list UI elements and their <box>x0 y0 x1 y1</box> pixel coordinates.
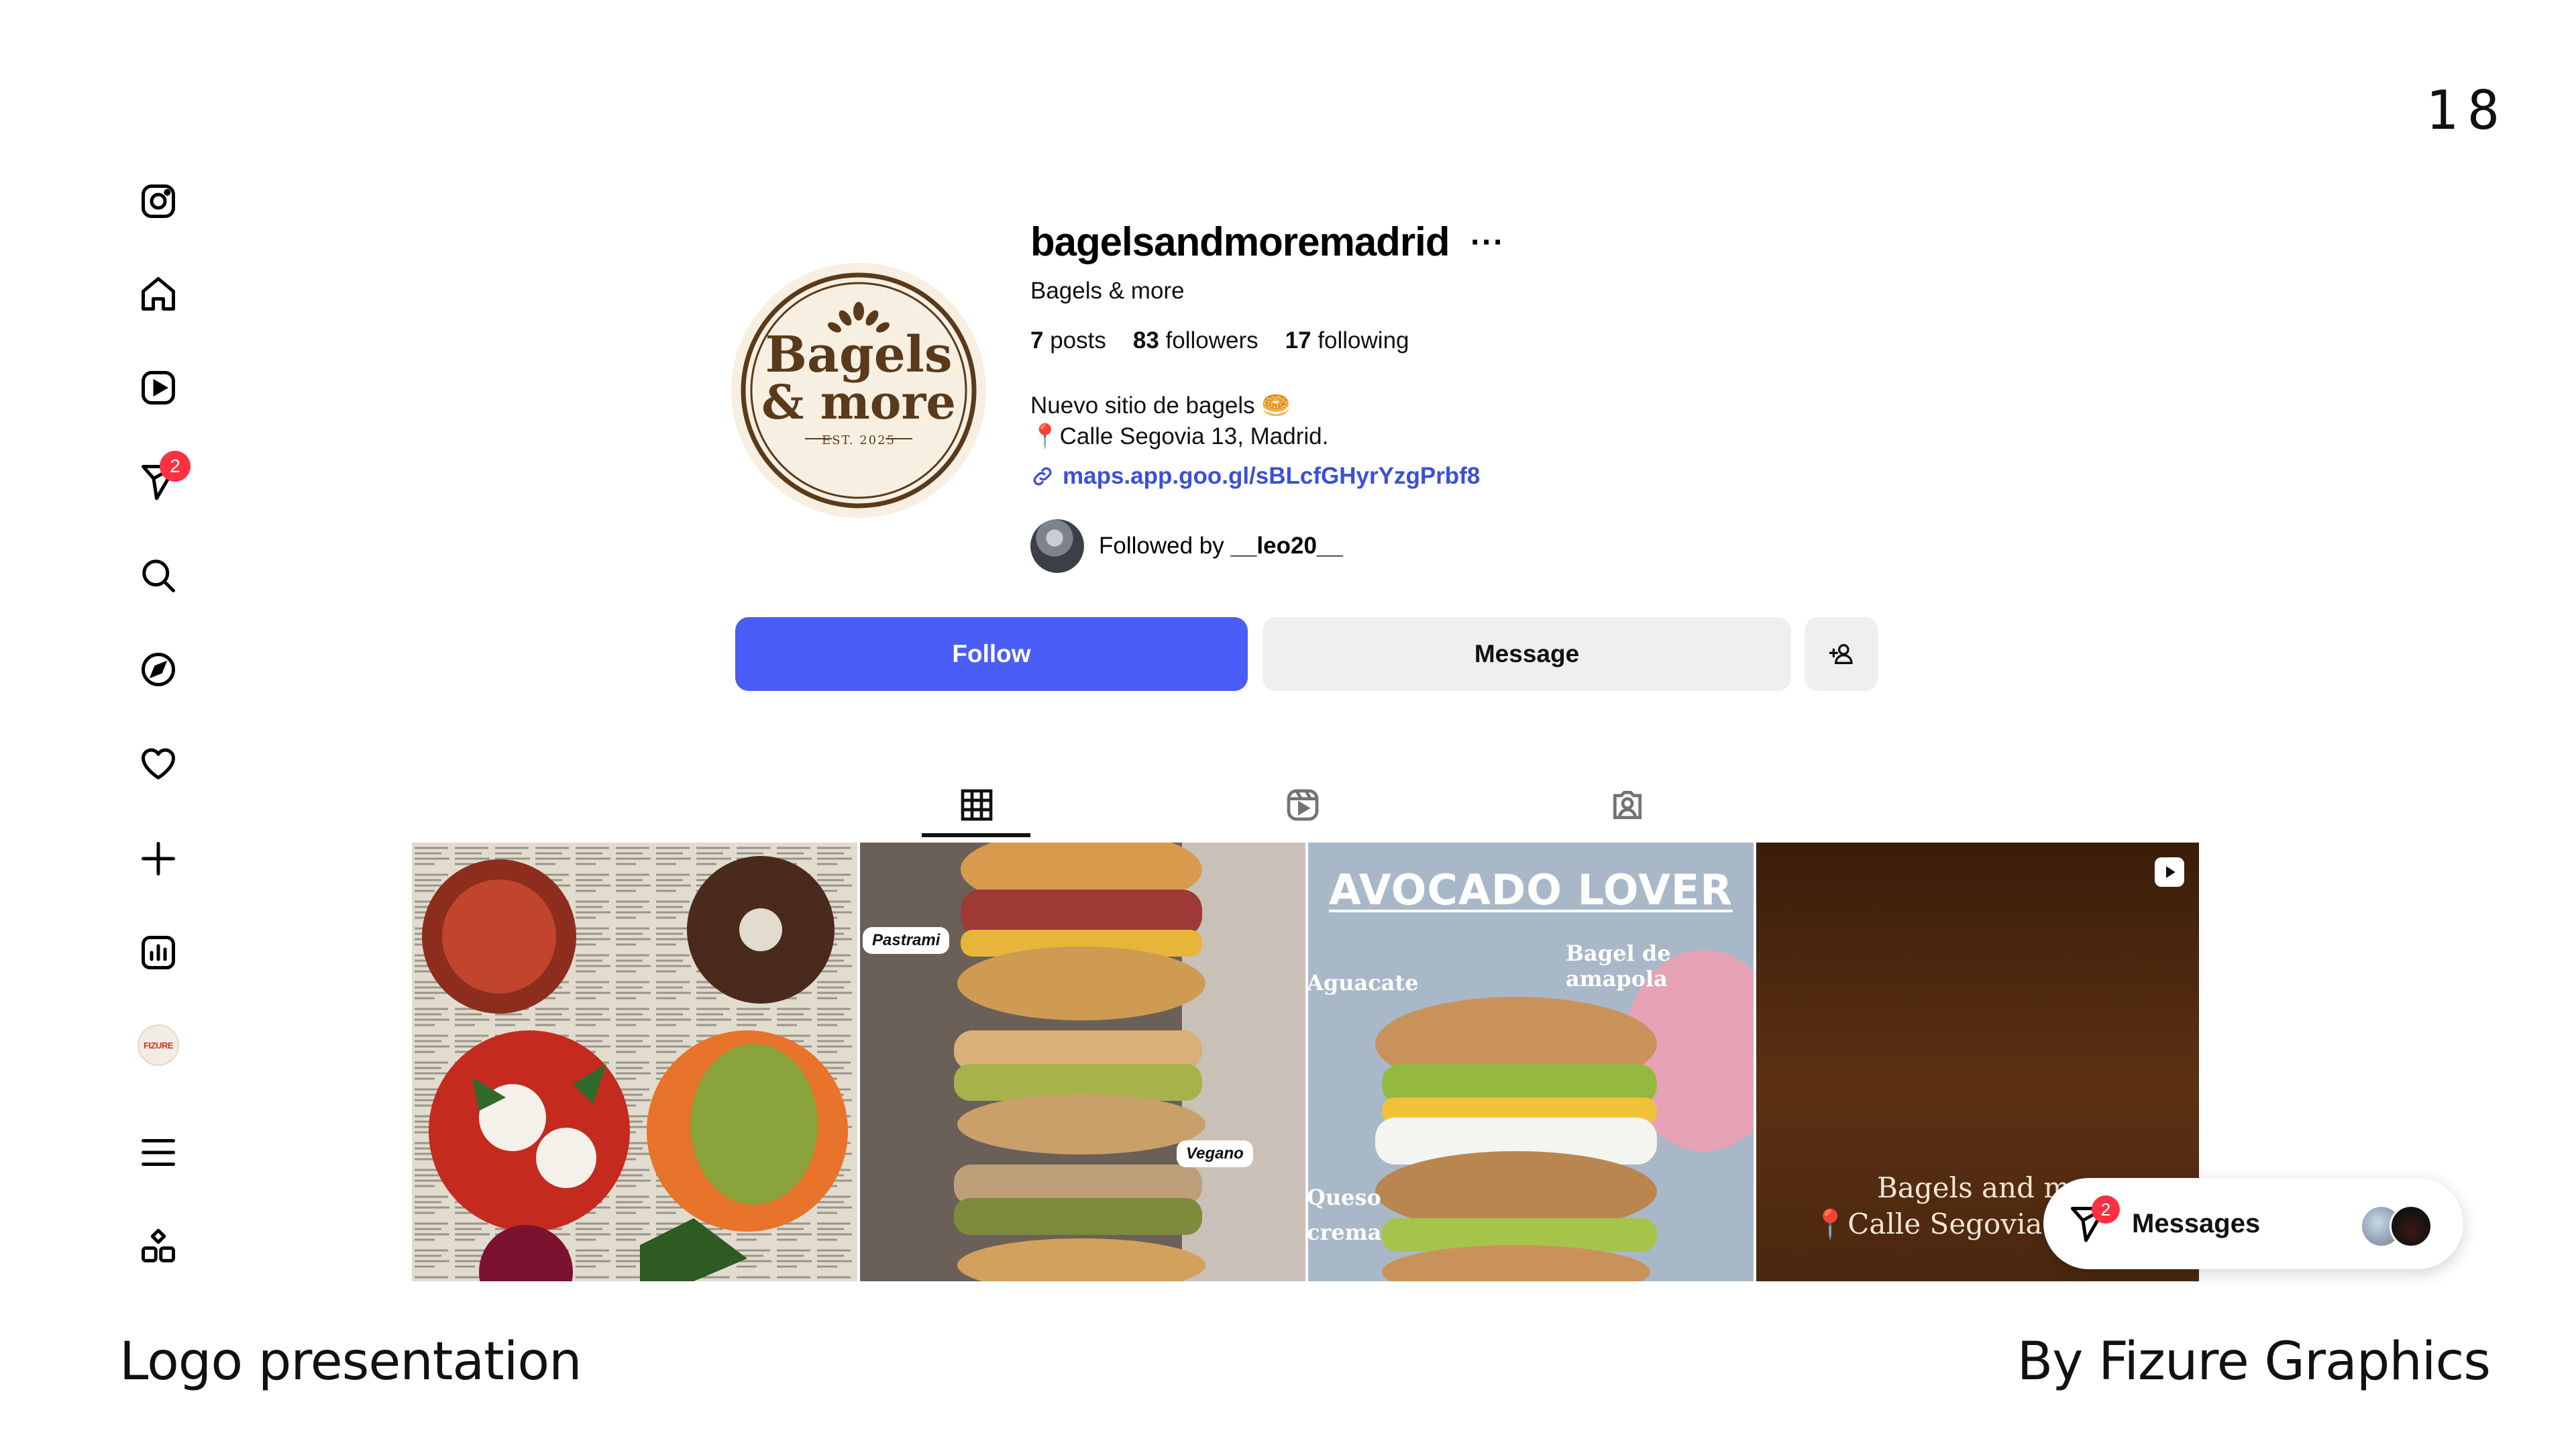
tab-tagged[interactable] <box>1574 771 1681 839</box>
profile-link-text[interactable]: maps.app.goo.gl/sBLcfGHyrYzgPrbf8 <box>1063 463 1480 490</box>
conversation-avatars <box>2360 1205 2434 1248</box>
profile-avatar-icon[interactable]: FIZURE <box>131 1018 185 1072</box>
instagram-icon[interactable] <box>131 174 185 228</box>
post-2-image <box>860 843 1305 1281</box>
logo-line2: & more <box>761 374 956 430</box>
posts-count: 7 <box>1030 327 1044 354</box>
footer-title: Logo presentation <box>119 1332 582 1392</box>
messages-badge: 2 <box>2092 1195 2120 1224</box>
search-icon[interactable] <box>131 549 185 602</box>
tagged-icon <box>1613 791 1642 819</box>
profile-full-name: Bagels & more <box>1030 278 1185 304</box>
profile-avatar-label: FIZURE <box>138 1024 179 1066</box>
active-tab-indicator <box>922 833 1030 837</box>
grid-icon <box>961 789 993 821</box>
heart-icon[interactable] <box>131 737 185 790</box>
post-2[interactable]: Pastrami Vegano <box>860 843 1305 1281</box>
profile-stats: 7 posts 83 followers 17 following <box>1030 327 1409 354</box>
reel-icon <box>2155 857 2184 887</box>
notification-badge: 2 <box>160 451 191 482</box>
conversation-avatar-2 <box>2390 1205 2432 1248</box>
footer-credit: By Fizure Graphics <box>2017 1332 2491 1392</box>
messages-pill[interactable]: 2 Messages <box>2043 1178 2463 1269</box>
post-3-title: AVOCADO LOVER <box>1328 865 1733 914</box>
post-2-tag-2: Vegano <box>1177 1140 1253 1167</box>
bio-line-1: Nuevo sitio de bagels 🥯 <box>1030 392 1291 419</box>
post-3-label-2: Aguacate <box>1308 970 1419 996</box>
link-icon <box>1033 467 1052 486</box>
profile-username: bagelsandmoremadrid <box>1030 219 1450 264</box>
menu-icon[interactable] <box>131 1126 185 1179</box>
page-number: 18 <box>2425 79 2509 142</box>
suggested-users-button[interactable] <box>1805 617 1878 691</box>
followers-label: followers <box>1165 327 1258 354</box>
compass-icon[interactable] <box>131 643 185 696</box>
reels-icon <box>1287 789 1319 821</box>
followed-by-prefix: Followed by <box>1099 533 1224 559</box>
post-3-label-4: crema <box>1308 1220 1382 1245</box>
profile-bio: Nuevo sitio de bagels 🥯 📍Calle Segovia 1… <box>1030 390 1328 452</box>
logo-est: EST. 2025 <box>822 433 896 447</box>
home-icon[interactable] <box>131 267 185 321</box>
chart-icon[interactable] <box>131 926 185 979</box>
follow-button[interactable]: Follow <box>735 617 1248 691</box>
profile-avatar[interactable]: Bagels & more EST. 2025 <box>731 263 986 518</box>
message-button[interactable]: Message <box>1263 617 1791 691</box>
post-3-label-1: Bagel de amapola <box>1566 941 1671 991</box>
followers-stat[interactable]: 83 followers <box>1133 327 1258 354</box>
post-3[interactable]: AVOCADO LOVER Bagel de amapola Aguacate … <box>1308 843 1754 1281</box>
posts-stat: 7 posts <box>1030 327 1106 354</box>
plus-icon[interactable] <box>131 832 185 885</box>
messenger-icon: 2 <box>2068 1195 2120 1244</box>
messenger-icon[interactable]: 2 <box>131 451 191 508</box>
add-user-icon <box>1829 644 1853 664</box>
more-options-button[interactable]: ··· <box>1470 224 1505 261</box>
bio-line-2: 📍Calle Segovia 13, Madrid. <box>1030 423 1329 449</box>
following-stat[interactable]: 17 following <box>1285 327 1409 354</box>
followers-count: 83 <box>1132 327 1159 354</box>
apps-icon[interactable] <box>131 1220 185 1273</box>
followed-by-user[interactable]: __leo20__ <box>1231 533 1343 559</box>
reels-icon[interactable] <box>131 361 185 415</box>
tab-reels[interactable] <box>1249 771 1356 839</box>
post-1[interactable] <box>412 843 857 1281</box>
profile-link[interactable]: maps.app.goo.gl/sBLcfGHyrYzgPrbf8 <box>1030 463 1480 490</box>
followed-by[interactable]: Followed by __leo20__ <box>1030 519 1343 573</box>
posts-label: posts <box>1050 327 1106 354</box>
following-label: following <box>1318 327 1409 354</box>
tab-posts[interactable] <box>923 771 1030 839</box>
post-2-tag-1: Pastrami <box>863 927 950 954</box>
following-count: 17 <box>1285 327 1311 354</box>
post-1-image <box>412 843 857 1281</box>
messages-label: Messages <box>2132 1208 2261 1238</box>
follower-avatar <box>1030 519 1084 573</box>
post-3-label-3: Queso <box>1308 1185 1381 1210</box>
